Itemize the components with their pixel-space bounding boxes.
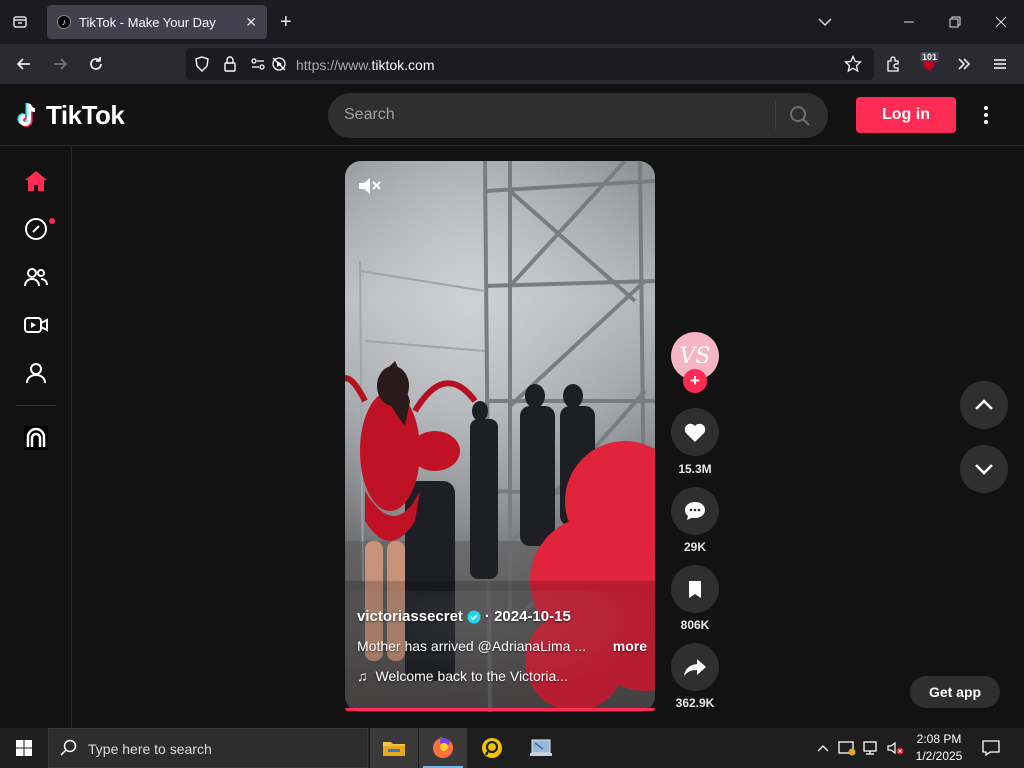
live-video-icon [24, 317, 48, 333]
ublock-origin-icon[interactable] [913, 44, 945, 84]
search-icon[interactable] [788, 104, 812, 133]
tray-security-icon[interactable] [835, 728, 859, 768]
tab-list-icon[interactable] [0, 0, 40, 44]
logo-text: TikTok [46, 100, 125, 130]
browser-tab[interactable]: ♪ TikTok - Make Your Day ✕ [47, 5, 267, 39]
notifications-icon[interactable] [980, 728, 1002, 768]
tiktok-note-icon [17, 102, 36, 127]
home-icon [25, 171, 47, 191]
restore-icon[interactable] [932, 0, 978, 44]
tray-chevron-up-icon[interactable] [811, 728, 835, 768]
sidebar-item-home[interactable] [20, 165, 52, 197]
music-title: Welcome back to the Victoria... [375, 668, 568, 684]
next-video-button[interactable] [960, 445, 1008, 493]
verified-badge-icon [467, 610, 481, 623]
comment-button[interactable] [671, 487, 719, 535]
like-button[interactable] [671, 408, 719, 456]
explore-notification-dot [49, 218, 55, 224]
save-button[interactable] [671, 565, 719, 613]
tab-title: TikTok - Make Your Day [79, 14, 216, 30]
close-tab-icon[interactable]: ✕ [245, 14, 257, 31]
sidebar-item-explore[interactable] [20, 213, 52, 245]
creator-tools-icon [24, 426, 48, 450]
search-placeholder: Search [344, 106, 395, 123]
music-note-icon: ♫ [357, 668, 368, 684]
firefox-icon[interactable] [419, 728, 467, 768]
search-divider [775, 101, 776, 129]
tiktok-favicon-icon: ♪ [57, 15, 71, 29]
url-text[interactable]: https://www.tiktok.com [296, 57, 434, 73]
tiktok-logo[interactable]: TikTok [16, 100, 125, 131]
search-input[interactable] [328, 93, 828, 138]
new-tab-icon[interactable]: + [280, 11, 292, 34]
save-count: 806K [680, 618, 710, 632]
following-users-icon [24, 268, 48, 287]
clock-time: 2:08 PM [916, 732, 962, 746]
sidebar-item-live[interactable] [20, 309, 52, 341]
description-text: Mother has arrived @AdrianaLima ... [357, 638, 586, 654]
hamburger-menu-icon[interactable] [984, 44, 1016, 84]
autoplay-blocked-icon[interactable] [263, 44, 295, 84]
network-app-icon[interactable] [517, 728, 565, 768]
heart-icon [684, 423, 706, 442]
more-link[interactable]: more [613, 638, 647, 654]
taskbar-search-placeholder: Type here to search [88, 741, 212, 757]
video-progress-bar[interactable] [345, 708, 655, 711]
chevron-up-icon [975, 399, 993, 410]
extensions-puzzle-icon[interactable] [877, 44, 909, 84]
profile-icon [26, 363, 46, 384]
tray-network-icon[interactable] [859, 728, 883, 768]
bookmark-icon [689, 581, 701, 598]
taskbar-search-icon [60, 739, 78, 762]
comment-count: 29K [683, 540, 706, 554]
chevron-down-icon [975, 464, 993, 475]
more-tools-chevrons-icon[interactable] [948, 44, 980, 84]
app-launcher-icon[interactable] [468, 728, 516, 768]
author-username[interactable]: victoriassecret [357, 608, 463, 625]
close-window-icon[interactable] [978, 0, 1024, 44]
bookmark-star-icon[interactable] [837, 44, 869, 84]
get-app-button[interactable]: Get app [910, 676, 1000, 708]
music-info[interactable]: ♫ Welcome back to the Victoria... [357, 668, 568, 684]
login-button[interactable]: Log in [856, 97, 956, 133]
video-author-line[interactable]: victoriassecret · 2024-10-15 [357, 608, 571, 625]
previous-video-button[interactable] [960, 381, 1008, 429]
video-description: Mother has arrived @AdrianaLima ... more [357, 638, 647, 654]
mute-speaker-icon[interactable] [357, 175, 383, 202]
back-arrow-icon[interactable] [8, 44, 40, 84]
comment-bubble-icon [685, 502, 705, 520]
sidebar-item-creator[interactable] [20, 422, 52, 454]
minimize-icon[interactable] [886, 0, 932, 44]
sidebar-divider [16, 405, 56, 406]
tab-overflow-chevron-icon[interactable] [802, 0, 848, 44]
tray-volume-muted-icon[interactable] [883, 728, 907, 768]
share-count: 362.9K [675, 696, 715, 710]
post-date: · 2024-10-15 [484, 608, 571, 625]
windows-start-icon[interactable] [0, 728, 48, 768]
follow-plus-button[interactable]: + [683, 369, 707, 393]
ublock-count-badge: 101 [920, 52, 940, 62]
like-count: 15.3M [678, 462, 712, 476]
video-frame-image [345, 161, 655, 712]
clock-date: 1/2/2025 [915, 749, 963, 763]
reload-icon[interactable] [80, 44, 112, 84]
share-arrow-icon [684, 659, 706, 676]
more-options-icon[interactable] [978, 104, 994, 131]
file-explorer-icon[interactable] [370, 728, 418, 768]
taskbar-clock[interactable]: 2:08 PM 1/2/2025 [906, 731, 972, 765]
forward-arrow-icon[interactable] [44, 44, 76, 84]
sidebar-item-profile[interactable] [20, 357, 52, 389]
share-button[interactable] [671, 643, 719, 691]
video-player[interactable] [345, 161, 655, 712]
compass-icon [25, 218, 47, 240]
sidebar-item-following[interactable] [20, 261, 52, 293]
